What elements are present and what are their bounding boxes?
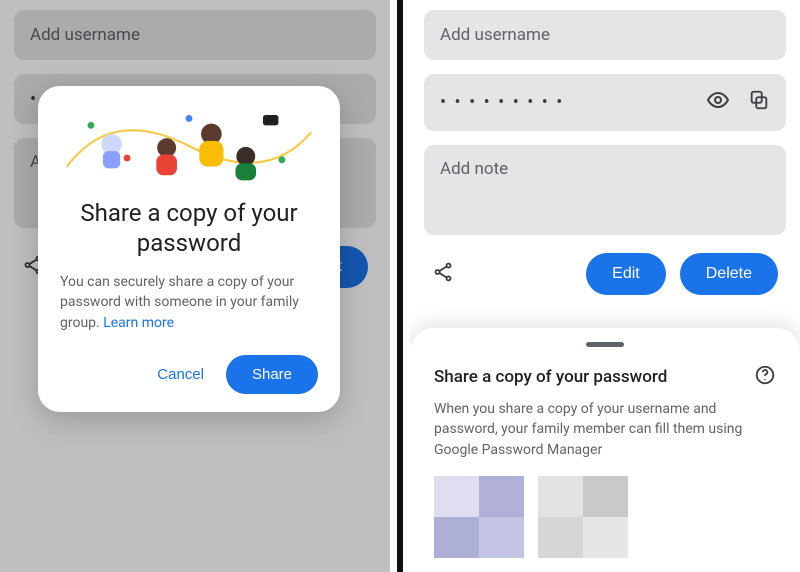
screenshot-left: Add username • • • • • • • • • Add note … <box>0 0 390 572</box>
help-icon[interactable] <box>748 363 776 391</box>
family-member-list <box>434 476 776 558</box>
screenshot-right: Add username • • • • • • • • • Add note … <box>410 0 800 572</box>
username-field[interactable]: Add username <box>14 10 376 60</box>
dialog-title: Share a copy of your password <box>60 198 318 258</box>
sheet-body: When you share a copy of your username a… <box>434 399 776 460</box>
cancel-button[interactable]: Cancel <box>153 358 208 391</box>
learn-more-link[interactable]: Learn more <box>103 315 174 331</box>
password-field[interactable]: • • • • • • • • • <box>424 74 786 131</box>
dialog-body: You can securely share a copy of your pa… <box>60 272 318 333</box>
share-dialog: Share a copy of your password You can se… <box>38 86 340 412</box>
family-member-avatar[interactable] <box>538 476 628 558</box>
username-field[interactable]: Add username <box>424 10 786 60</box>
action-row: Edit Delete <box>424 249 786 295</box>
delete-button[interactable]: Delete <box>680 253 778 295</box>
share-bottom-sheet: Share a copy of your password When you s… <box>410 328 800 572</box>
username-placeholder: Add username <box>440 25 550 45</box>
drag-handle[interactable] <box>586 342 624 347</box>
sheet-title: Share a copy of your password <box>434 367 667 387</box>
family-member-avatar[interactable] <box>434 476 524 558</box>
dialog-actions: Cancel Share <box>60 355 318 394</box>
note-field[interactable]: Add note <box>424 145 786 235</box>
dialog-illustration <box>60 100 318 192</box>
username-placeholder: Add username <box>30 25 140 45</box>
screenshot-divider <box>390 0 410 572</box>
share-button[interactable]: Share <box>226 355 318 394</box>
dialog-body-text: You can securely share a copy of your pa… <box>60 274 299 331</box>
share-icon[interactable] <box>432 261 454 287</box>
password-masked-value: • • • • • • • • • <box>440 92 564 113</box>
visibility-icon[interactable] <box>706 88 730 117</box>
note-placeholder: Add note <box>440 159 508 179</box>
copy-icon[interactable] <box>748 89 770 116</box>
edit-button[interactable]: Edit <box>586 253 666 295</box>
